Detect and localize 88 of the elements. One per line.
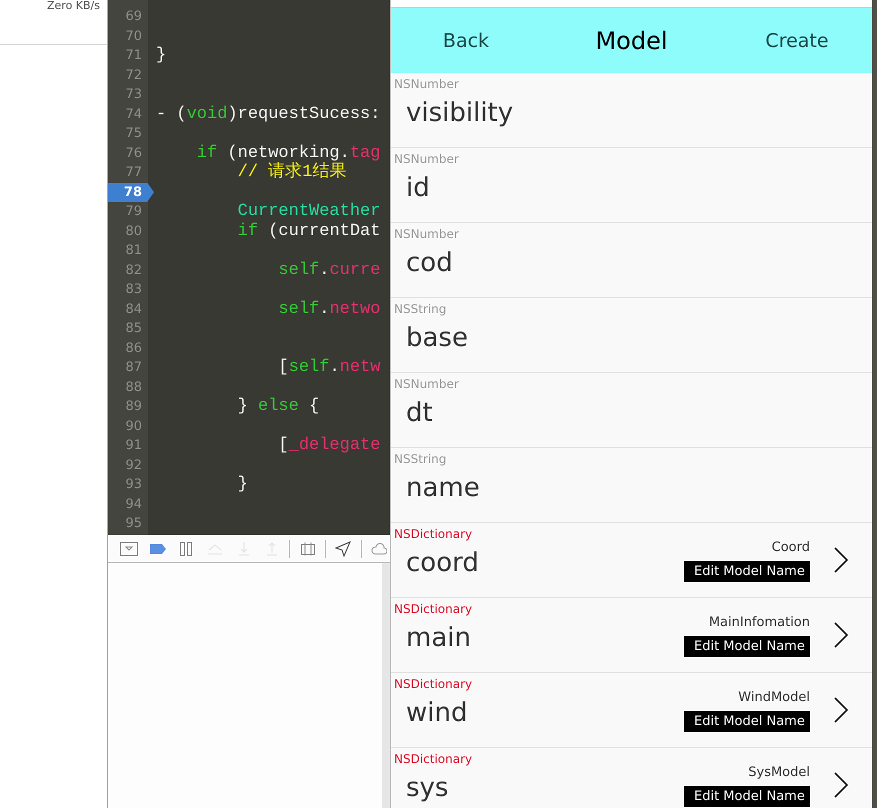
step-in-icon [238,542,250,556]
type-label: NSNumber [394,377,460,391]
edit-model-name-button[interactable]: Edit Model Name [684,636,810,657]
code-line: [self.netw [277,358,382,378]
line-number: 93 [124,476,143,494]
code-line: CurrentWeather [236,202,382,222]
property-name: wind [406,697,468,730]
step-over-icon [207,542,224,554]
line-number: 75 [124,125,143,143]
model-name: MainInfomation [708,615,810,630]
code-line: } [156,46,168,66]
line-number: 85 [124,320,143,338]
model-name: WindModel [738,690,810,705]
type-label: NSString [394,302,448,316]
property-name: cod [406,247,454,280]
line-number: 94 [124,496,143,514]
edit-model-name-button[interactable]: Edit Model Name [684,561,810,582]
code-line: if (networking.tag [196,144,382,162]
line-number: 88 [124,378,143,396]
line-number: 89 [124,398,143,416]
model-name: Coord [772,540,810,555]
line-number: 83 [124,281,143,299]
line-number: 87 [124,359,143,377]
type-label: NSString [394,452,448,466]
property-name: dt [406,397,434,430]
type-label: NSDictionary [394,677,474,691]
type-label: NSNumber [394,152,460,166]
property-name: coord [406,547,480,580]
property-name: sys [406,772,450,805]
code-line: // 请求1结果 [236,163,348,182]
property-name: main [406,622,472,655]
pause-icon [180,542,192,556]
line-number: 69 [124,8,143,26]
property-row[interactable]: NSDictionary coord Coord Edit Model Name [391,523,872,598]
create-button[interactable]: Create [722,28,872,52]
network-speed-label: Zero KB/s [46,0,100,12]
line-number: 74 [124,106,143,124]
view-hierarchy-icon [300,542,315,556]
line-number: 81 [124,242,143,260]
line-number: 71 [124,47,143,65]
line-number: 91 [124,437,143,455]
line-number: 80 [124,222,143,240]
code-line: } else { [236,397,320,416]
model-name: SysModel [748,765,810,780]
property-name: id [406,172,431,205]
property-name: visibility [406,97,514,130]
line-number: 84 [124,300,143,318]
chevron-right-icon [834,697,848,723]
line-number: 76 [124,144,143,162]
step-out-icon [266,542,278,556]
code-line: [_delegate [277,436,382,456]
line-number: 82 [124,262,143,280]
line-number: 73 [124,86,143,104]
line-number: 92 [124,456,143,474]
hide-panel-icon [120,542,138,556]
property-name: base [406,322,469,355]
code-line: } [236,475,249,494]
line-number: 70 [124,28,143,46]
cloud-icon [370,542,387,556]
code-line: self.curre [277,260,382,280]
code-line: self.netwo [277,300,382,319]
property-row[interactable]: NSDictionary main MainInfomation Edit Model Name [391,598,872,673]
type-label: NSDictionary [394,602,474,616]
property-row[interactable]: NSDictionary wind WindModel Edit Model Name [391,673,872,748]
line-number: 90 [124,418,143,436]
screen-title: Model [594,26,669,54]
type-label: NSNumber [394,227,460,241]
back-button[interactable]: Back [391,28,541,52]
edit-model-name-button[interactable]: Edit Model Name [684,786,810,807]
breakpoint-icon [150,544,166,554]
breakpoint-line-number[interactable]: 78 [108,182,154,202]
line-number: 95 [124,515,143,533]
chevron-right-icon [834,622,848,648]
line-number: 72 [124,66,143,84]
line-number: 77 [124,164,143,182]
location-arrow-icon [335,540,352,556]
property-row[interactable]: NSDictionary sys SysModel Edit Model Name [391,748,872,808]
edit-model-name-button[interactable]: Edit Model Name [684,711,810,732]
line-number: 86 [124,340,143,358]
type-label: NSDictionary [394,752,474,766]
chevron-right-icon [834,547,848,573]
property-name: name [406,472,481,505]
line-number: 79 [124,203,143,221]
type-label: NSDictionary [394,527,474,541]
code-line: - (void)requestSucess: [156,104,382,124]
code-line: if (currentDat [236,222,382,241]
chevron-right-icon [834,772,848,798]
type-label: NSNumber [394,77,460,91]
